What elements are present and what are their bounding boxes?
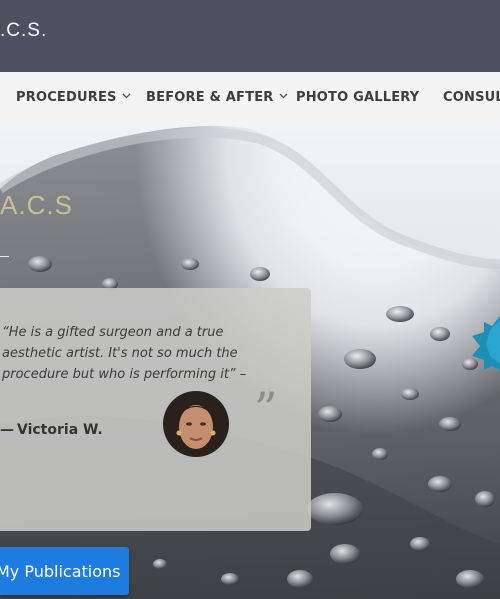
- nav-item-procedures[interactable]: PROCEDURES: [16, 90, 131, 105]
- hero-heading: A.C.S: [0, 190, 73, 220]
- author-name: Victoria W.: [17, 422, 103, 438]
- testimonial-card: “He is a gifted surgeon and a true aesth…: [0, 288, 311, 531]
- testimonial-author: — Victoria W.: [0, 422, 103, 438]
- nav-item-before-after[interactable]: BEFORE & AFTER: [146, 90, 288, 105]
- nav-item-label: CONSULT: [443, 90, 500, 105]
- nav-item-label: PROCEDURES: [16, 90, 117, 105]
- chevron-down-icon: [122, 92, 131, 102]
- chevron-down-icon: [279, 92, 288, 102]
- hero-section: A.C.S “He is a gifted surgeon and a true…: [0, 124, 500, 599]
- site-header: .C.S.: [0, 0, 500, 72]
- closing-quote-icon: ”: [254, 382, 278, 436]
- publications-button-label: My Publications: [0, 562, 121, 581]
- site-title[interactable]: .C.S.: [0, 20, 47, 42]
- heading-divider: [0, 256, 9, 257]
- author-dash: —: [0, 422, 14, 438]
- nav-item-label: PHOTO GALLERY: [296, 90, 420, 105]
- award-badge-icon: [472, 316, 500, 370]
- main-nav: PROCEDURES BEFORE & AFTER PHOTO GALLERY …: [0, 72, 500, 125]
- publications-button[interactable]: My Publications: [0, 547, 129, 595]
- nav-item-label: BEFORE & AFTER: [146, 90, 274, 105]
- testimonial-quote: “He is a gifted surgeon and a true aesth…: [2, 325, 247, 382]
- nav-item-consult[interactable]: CONSULT: [443, 90, 500, 105]
- nav-item-photo-gallery[interactable]: PHOTO GALLERY: [296, 90, 419, 105]
- avatar: [163, 391, 229, 457]
